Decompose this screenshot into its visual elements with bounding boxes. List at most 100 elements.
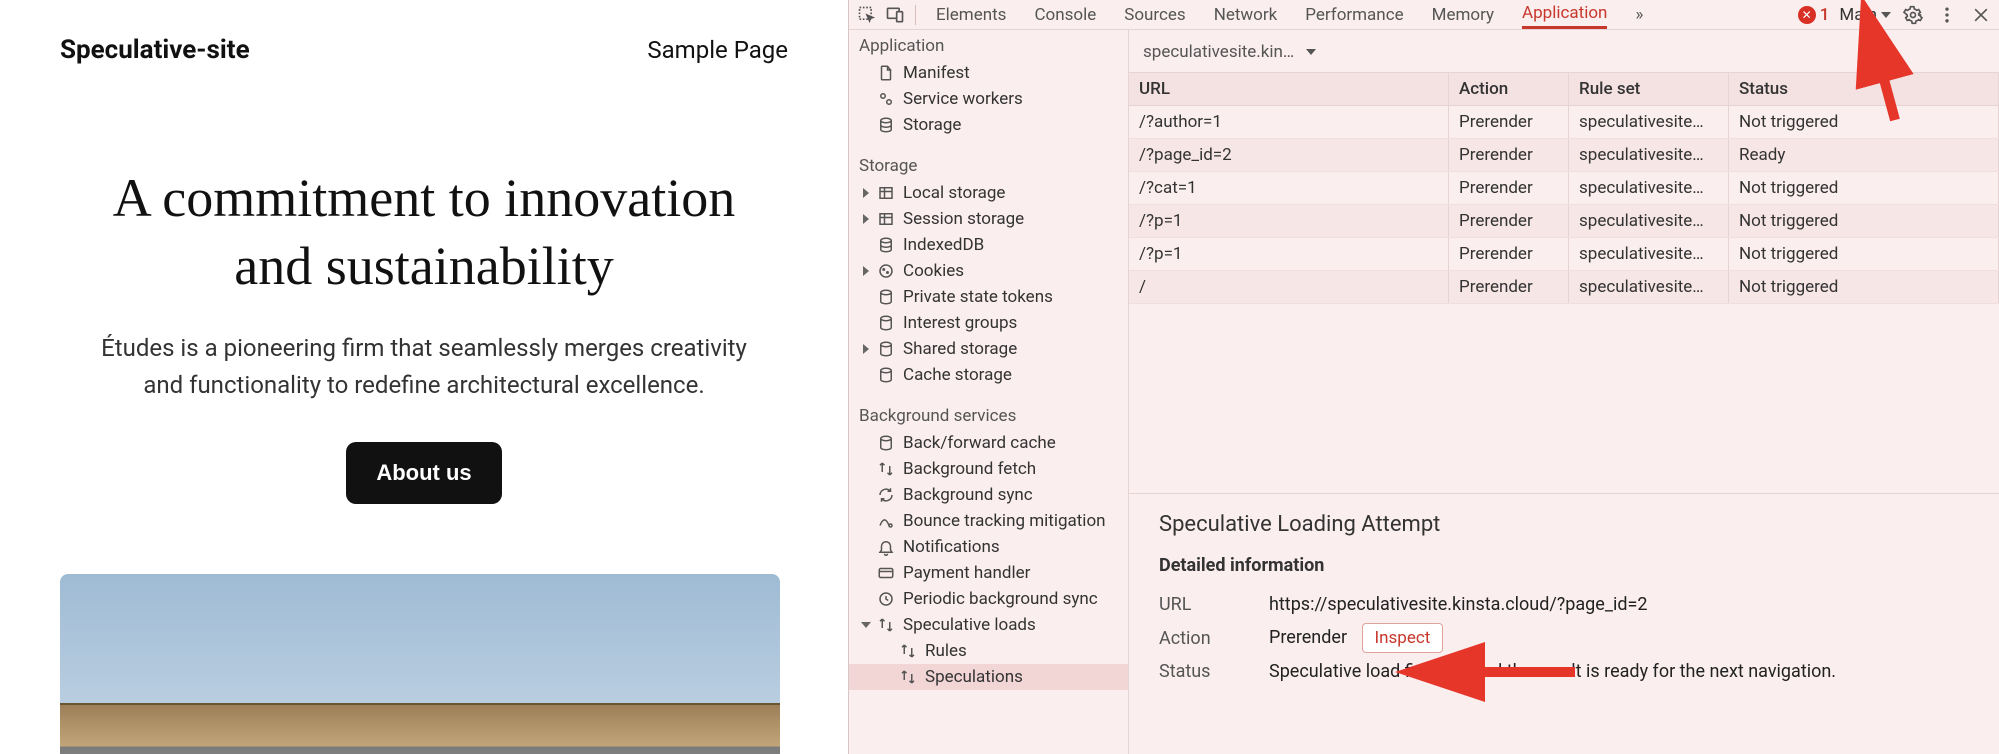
tree-item-interest-groups[interactable]: Interest groups: [849, 310, 1128, 336]
table-row[interactable]: /?cat=1Prerenderspeculativesite…Not trig…: [1129, 172, 1999, 205]
devtools-tabs: Elements Console Sources Network Perform…: [936, 0, 1643, 29]
detail-action-value: Prerender Inspect: [1269, 623, 1969, 653]
cell-status: Not triggered: [1729, 205, 1999, 237]
tree-item-session-storage[interactable]: Session storage: [849, 206, 1128, 232]
tree-item-label: Notifications: [903, 537, 1000, 557]
error-icon: ✕: [1798, 6, 1816, 24]
table-row[interactable]: /?p=1Prerenderspeculativesite…Not trigge…: [1129, 205, 1999, 238]
tree-item-private-state-tokens[interactable]: Private state tokens: [849, 284, 1128, 310]
cell-action: Prerender: [1449, 139, 1569, 171]
table-row[interactable]: /?author=1Prerenderspeculativesite…Not t…: [1129, 106, 1999, 139]
tree-item-periodic-sync[interactable]: Periodic background sync: [849, 586, 1128, 612]
tree-item-speculative-loads[interactable]: Speculative loads: [849, 612, 1128, 638]
cell-status: Not triggered: [1729, 172, 1999, 204]
col-ruleset[interactable]: Rule set: [1569, 73, 1729, 105]
cell-ruleset: speculativesite…: [1569, 139, 1729, 171]
hero-headline: A commitment to innovation and sustainab…: [84, 165, 764, 300]
tab-elements[interactable]: Elements: [936, 0, 1006, 29]
frame-selector[interactable]: Main: [1839, 5, 1891, 25]
caret-icon: [863, 266, 869, 276]
tab-sources[interactable]: Sources: [1124, 0, 1185, 29]
tree-item-rules[interactable]: Rules: [849, 638, 1128, 664]
tree-item-notifications[interactable]: Notifications: [849, 534, 1128, 560]
tree-item-payment-handler[interactable]: Payment handler: [849, 560, 1128, 586]
tree-item-cache-storage[interactable]: Cache storage: [849, 362, 1128, 388]
detail-url-value: https://speculativesite.kinsta.cloud/?pa…: [1269, 594, 1969, 615]
tree-item-label: Payment handler: [903, 563, 1030, 583]
close-icon[interactable]: [1969, 3, 1993, 27]
site-header: Speculative-site Sample Page: [60, 25, 788, 85]
tree-item-local-storage[interactable]: Local storage: [849, 180, 1128, 206]
tab-application[interactable]: Application: [1522, 0, 1607, 29]
speculations-table: URL Action Rule set Status /?author=1Pre…: [1129, 72, 1999, 494]
tree-item-shared-storage[interactable]: Shared storage: [849, 336, 1128, 362]
tab-memory[interactable]: Memory: [1432, 0, 1494, 29]
cell-url: /?p=1: [1129, 238, 1449, 270]
tree-item-cookies[interactable]: Cookies: [849, 258, 1128, 284]
cell-ruleset: speculativesite…: [1569, 172, 1729, 204]
inspect-button[interactable]: Inspect: [1362, 623, 1444, 653]
cell-status: Not triggered: [1729, 238, 1999, 270]
col-status[interactable]: Status: [1729, 73, 1999, 105]
nav-sample-page[interactable]: Sample Page: [647, 36, 788, 64]
tree-item-manifest[interactable]: Manifest: [849, 60, 1128, 86]
detail-title: Speculative Loading Attempt: [1129, 494, 1999, 545]
tabs-overflow[interactable]: »: [1635, 0, 1643, 29]
cell-url: /?author=1: [1129, 106, 1449, 138]
card-icon: [877, 564, 895, 582]
table-empty-area: [1129, 304, 1999, 494]
table-row[interactable]: /Prerenderspeculativesite…Not triggered: [1129, 271, 1999, 304]
database-icon: [877, 116, 895, 134]
tree-item-label: Private state tokens: [903, 287, 1053, 307]
tree-item-background-sync[interactable]: Background sync: [849, 482, 1128, 508]
tree-item-label: Cookies: [903, 261, 964, 281]
database-icon: [877, 314, 895, 332]
bell-icon: [877, 538, 895, 556]
table-icon: [877, 184, 895, 202]
table-row[interactable]: /?p=1Prerenderspeculativesite…Not trigge…: [1129, 238, 1999, 271]
frame-dropdown[interactable]: speculativesite.kin…: [1129, 30, 1999, 72]
about-us-button[interactable]: About us: [346, 442, 501, 504]
col-url[interactable]: URL: [1129, 73, 1449, 105]
caret-icon: [863, 214, 869, 224]
cell-url: /?p=1: [1129, 205, 1449, 237]
cell-ruleset: speculativesite…: [1569, 271, 1729, 303]
kebab-menu-icon[interactable]: [1935, 3, 1959, 27]
chevron-down-icon: [1881, 12, 1891, 18]
tree-item-speculations[interactable]: Speculations: [849, 664, 1128, 690]
tree-item-storage[interactable]: Storage: [849, 112, 1128, 138]
error-badge[interactable]: ✕ 1: [1798, 5, 1830, 25]
tree-item-bounce-tracking[interactable]: Bounce tracking mitigation: [849, 508, 1128, 534]
tab-network[interactable]: Network: [1214, 0, 1278, 29]
database-icon: [877, 434, 895, 452]
cell-action: Prerender: [1449, 205, 1569, 237]
tree-item-label: Manifest: [903, 63, 970, 83]
inspect-element-icon[interactable]: [855, 3, 879, 27]
detail-action-key: Action: [1159, 628, 1249, 649]
tree-item-label: IndexedDB: [903, 235, 984, 255]
gear-icon[interactable]: [1901, 3, 1925, 27]
hero-image: [60, 574, 780, 754]
tree-section-background-services: Background services: [849, 400, 1128, 430]
detail-url-key: URL: [1159, 594, 1249, 615]
swap-icon: [899, 668, 917, 686]
device-toolbar-icon[interactable]: [883, 3, 907, 27]
col-action[interactable]: Action: [1449, 73, 1569, 105]
tab-performance[interactable]: Performance: [1305, 0, 1403, 29]
site-title[interactable]: Speculative-site: [60, 35, 250, 65]
tree-item-background-fetch[interactable]: Background fetch: [849, 456, 1128, 482]
cookie-icon: [877, 262, 895, 280]
tree-item-bfcache[interactable]: Back/forward cache: [849, 430, 1128, 456]
cell-url: /: [1129, 271, 1449, 303]
gears-icon: [877, 90, 895, 108]
cell-action: Prerender: [1449, 106, 1569, 138]
tree-item-label: Local storage: [903, 183, 1005, 203]
table-row[interactable]: /?page_id=2Prerenderspeculativesite…Read…: [1129, 139, 1999, 172]
cell-url: /?page_id=2: [1129, 139, 1449, 171]
tab-console[interactable]: Console: [1034, 0, 1096, 29]
tree-item-indexeddb[interactable]: IndexedDB: [849, 232, 1128, 258]
cell-action: Prerender: [1449, 172, 1569, 204]
tree-item-service-workers[interactable]: Service workers: [849, 86, 1128, 112]
swap-icon: [877, 460, 895, 478]
swap-icon: [899, 642, 917, 660]
